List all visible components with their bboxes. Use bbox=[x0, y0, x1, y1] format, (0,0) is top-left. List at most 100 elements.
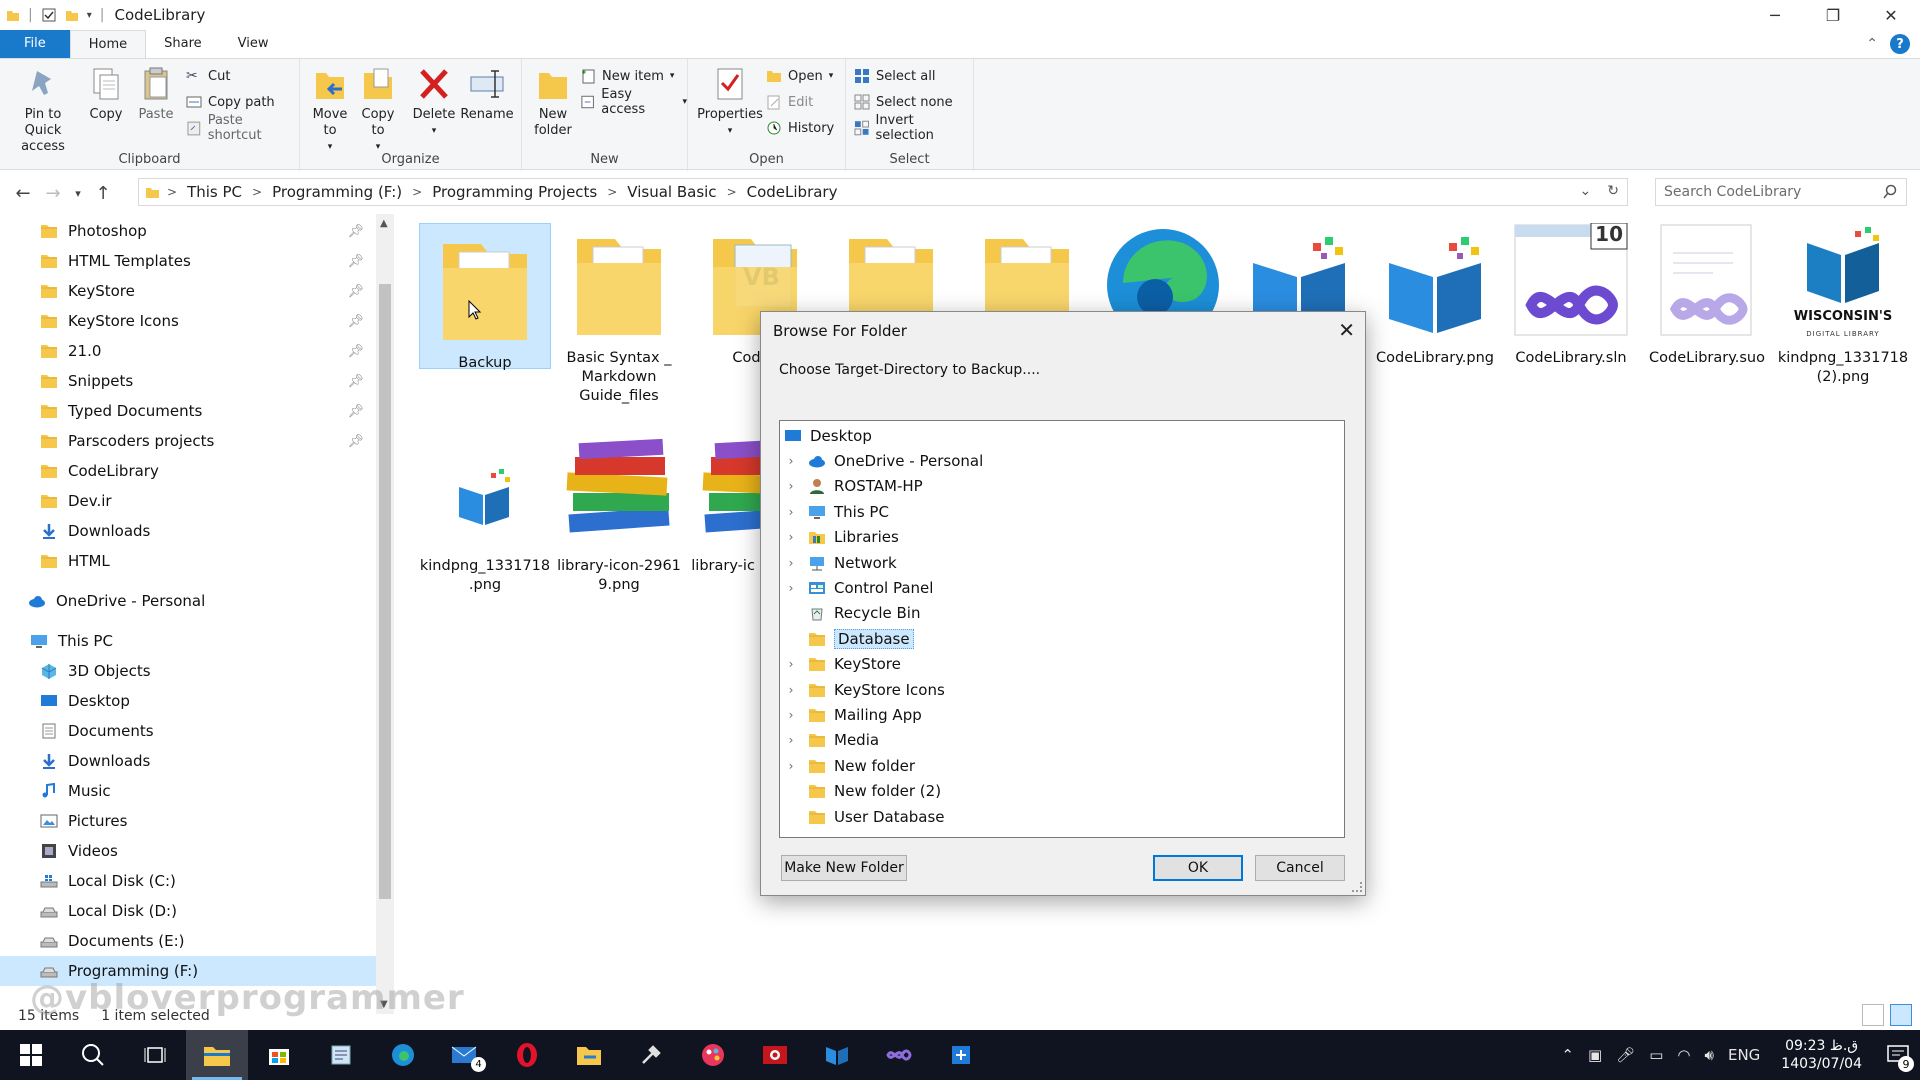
copy-path-button[interactable]: Copy path bbox=[186, 91, 275, 113]
nav-item-pictures[interactable]: Pictures bbox=[0, 806, 376, 836]
history-button[interactable]: History bbox=[766, 117, 834, 139]
back-button[interactable]: ← bbox=[8, 183, 38, 204]
tree-node-libraries[interactable]: › Libraries bbox=[780, 525, 1340, 550]
breadcrumb-programming-drive[interactable]: Programming (F:) bbox=[272, 183, 402, 201]
refresh-icon[interactable]: ↻ bbox=[1607, 183, 1619, 199]
tree-node-keystore-icons[interactable]: › KeyStore Icons bbox=[780, 677, 1340, 702]
tab-home[interactable]: Home bbox=[69, 30, 147, 58]
tree-node-onedrive-personal[interactable]: › OneDrive - Personal bbox=[780, 448, 1340, 473]
expand-chevron-icon[interactable]: › bbox=[784, 581, 798, 595]
microphone-icon[interactable]: 🎤︎ bbox=[1616, 1046, 1635, 1064]
volume-icon[interactable]: 🔊︎ bbox=[1705, 1046, 1714, 1064]
details-view-icon[interactable] bbox=[1862, 1004, 1884, 1026]
battery-icon[interactable]: ▭ bbox=[1649, 1046, 1663, 1064]
paste-button[interactable]: Paste bbox=[136, 65, 176, 123]
expand-chevron-icon[interactable]: › bbox=[784, 759, 798, 773]
open-button[interactable]: Open ▾ bbox=[766, 65, 833, 87]
tree-node-this-pc[interactable]: › This PC bbox=[780, 499, 1340, 524]
address-bar[interactable]: > This PC > Programming (F:) > Programmi… bbox=[138, 178, 1628, 206]
nav-item-this-pc[interactable]: This PC bbox=[0, 626, 376, 656]
folder-app-taskbar-button[interactable] bbox=[558, 1030, 620, 1080]
nav-item-parscoders-projects[interactable]: Parscoders projects 📌︎ bbox=[0, 426, 376, 456]
notepad-taskbar-button[interactable] bbox=[310, 1030, 372, 1080]
easy-access-button[interactable]: Easy access ▾ bbox=[580, 87, 687, 117]
invert-selection-button[interactable]: Invert selection bbox=[854, 113, 973, 143]
edge-taskbar-button[interactable] bbox=[372, 1030, 434, 1080]
scroll-thumb[interactable] bbox=[379, 284, 391, 899]
nav-item-downloads[interactable]: Downloads bbox=[0, 746, 376, 776]
nav-item-html[interactable]: HTML bbox=[0, 546, 376, 576]
nav-item-downloads[interactable]: Downloads bbox=[0, 516, 376, 546]
address-dropdown-icon[interactable]: ⌄ bbox=[1580, 183, 1592, 199]
nav-item-codelibrary[interactable]: CodeLibrary bbox=[0, 456, 376, 486]
breadcrumb-visual-basic[interactable]: Visual Basic bbox=[627, 183, 716, 201]
nav-scrollbar[interactable]: ▲ ▼ bbox=[376, 214, 394, 1014]
expand-chevron-icon[interactable]: › bbox=[784, 657, 798, 671]
restore-button[interactable]: ❐ bbox=[1804, 0, 1862, 30]
codelibrary-taskbar-button[interactable] bbox=[806, 1030, 868, 1080]
edit-button[interactable]: Edit bbox=[766, 91, 813, 113]
properties-checkbox-icon[interactable] bbox=[41, 7, 57, 23]
pin-icon[interactable]: 📌︎ bbox=[347, 374, 364, 389]
file-item-codelibrary-sln[interactable]: 10 CodeLibrary.sln bbox=[1505, 222, 1637, 368]
store-taskbar-button[interactable] bbox=[248, 1030, 310, 1080]
tree-node-user-database[interactable]: User Database bbox=[780, 804, 1340, 829]
copy-button[interactable]: Copy bbox=[86, 65, 126, 123]
nav-item-dev-ir[interactable]: Dev.ir bbox=[0, 486, 376, 516]
file-item-backup[interactable]: Backup bbox=[419, 223, 551, 371]
move-to-button[interactable]: Move to ▾ bbox=[310, 65, 350, 155]
nav-item-documents-e[interactable]: Documents (E:) bbox=[0, 926, 376, 956]
select-all-button[interactable]: Select all bbox=[854, 65, 935, 87]
visual-studio-taskbar-button[interactable] bbox=[868, 1030, 930, 1080]
nav-item-keystore-icons[interactable]: KeyStore Icons 📌︎ bbox=[0, 306, 376, 336]
nav-item-local-disk-d[interactable]: Local Disk (D:) bbox=[0, 896, 376, 926]
tree-node-new-folder-2[interactable]: New folder (2) bbox=[780, 779, 1340, 804]
file-item-codelibrary-suo[interactable]: CodeLibrary.suo bbox=[1641, 223, 1773, 368]
file-item-library-icon-2961-9-png[interactable]: library-icon-2961 9.png bbox=[553, 431, 685, 595]
show-hidden-icons-icon[interactable]: ⌃ bbox=[1561, 1046, 1574, 1064]
breadcrumb-programming-projects[interactable]: Programming Projects bbox=[432, 183, 597, 201]
color-app-taskbar-button[interactable] bbox=[682, 1030, 744, 1080]
forward-button[interactable]: → bbox=[38, 183, 68, 204]
file-item-kindpng-1331718-png[interactable]: kindpng_1331718 .png bbox=[419, 431, 551, 595]
search-taskbar-button[interactable] bbox=[62, 1030, 124, 1080]
expand-chevron-icon[interactable]: › bbox=[784, 530, 798, 544]
large-icons-view-icon[interactable] bbox=[1890, 1004, 1912, 1026]
tools-taskbar-button[interactable] bbox=[620, 1030, 682, 1080]
mail-taskbar-button[interactable]: 4 bbox=[434, 1030, 496, 1080]
expand-chevron-icon[interactable]: › bbox=[784, 708, 798, 722]
expand-chevron-icon[interactable]: › bbox=[784, 556, 798, 570]
nav-item-snippets[interactable]: Snippets 📌︎ bbox=[0, 366, 376, 396]
pin-icon[interactable]: 📌︎ bbox=[347, 344, 364, 359]
recent-locations-button[interactable]: ▾ bbox=[68, 187, 88, 200]
nav-item-3d-objects[interactable]: 3D Objects bbox=[0, 656, 376, 686]
scroll-up-arrow-icon[interactable]: ▲ bbox=[380, 218, 388, 229]
pin-icon[interactable]: 📌︎ bbox=[347, 404, 364, 419]
tree-node-network[interactable]: › Network bbox=[780, 550, 1340, 575]
pin-icon[interactable]: 📌︎ bbox=[347, 314, 364, 329]
pin-quick-access-button[interactable]: Pin to Quick access bbox=[6, 65, 80, 155]
cancel-button[interactable]: Cancel bbox=[1255, 855, 1345, 881]
tab-view[interactable]: View bbox=[220, 30, 287, 58]
cut-button[interactable]: ✂ Cut bbox=[186, 65, 230, 87]
up-button[interactable]: ↑ bbox=[88, 183, 118, 204]
close-button[interactable]: ✕ bbox=[1862, 0, 1920, 30]
expand-chevron-icon[interactable]: › bbox=[784, 454, 798, 468]
nav-item-keystore[interactable]: KeyStore 📌︎ bbox=[0, 276, 376, 306]
pin-icon[interactable]: 📌︎ bbox=[347, 224, 364, 239]
expand-chevron-icon[interactable]: › bbox=[784, 505, 798, 519]
paste-shortcut-button[interactable]: Paste shortcut bbox=[186, 113, 299, 143]
copy-to-button[interactable]: Copy to ▾ bbox=[358, 65, 398, 155]
action-center-button[interactable]: 9 bbox=[1876, 1030, 1920, 1080]
tree-node-media[interactable]: › Media bbox=[780, 728, 1340, 753]
rename-button[interactable]: Rename bbox=[460, 65, 514, 123]
new-folder-button[interactable]: New folder bbox=[530, 65, 576, 139]
help-icon[interactable]: ? bbox=[1890, 34, 1910, 54]
wifi-icon[interactable]: ◠ bbox=[1677, 1046, 1690, 1064]
new-folder-quick-icon[interactable] bbox=[65, 8, 79, 22]
pin-icon[interactable]: 📌︎ bbox=[347, 434, 364, 449]
breadcrumb-this-pc[interactable]: This PC bbox=[187, 183, 242, 201]
properties-button[interactable]: Properties ▾ bbox=[697, 65, 763, 139]
delete-button[interactable]: Delete ▾ bbox=[413, 65, 455, 139]
minimize-button[interactable]: ─ bbox=[1746, 0, 1804, 30]
